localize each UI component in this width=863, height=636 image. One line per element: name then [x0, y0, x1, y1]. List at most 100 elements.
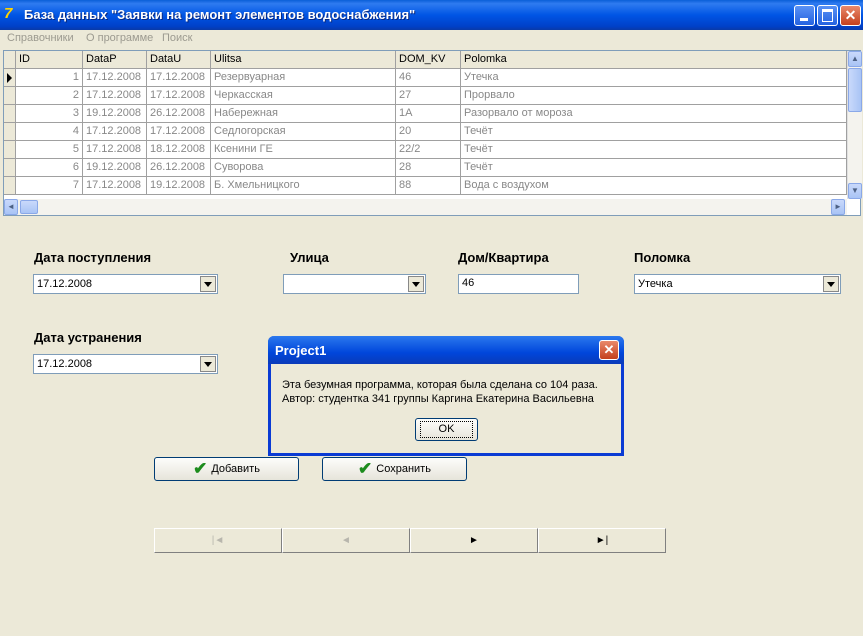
table-cell[interactable]: 17.12.2008 — [147, 69, 211, 87]
table-cell[interactable]: 5 — [16, 141, 83, 159]
table-cell[interactable]: 7 — [16, 177, 83, 195]
table-cell[interactable]: Вода с воздухом — [461, 177, 847, 195]
data-grid[interactable]: ID DataP DataU Ulitsa DOM_KV Polomka 1 17… — [3, 50, 862, 216]
table-cell[interactable]: Прорвало — [461, 87, 847, 105]
row-indicator[interactable] — [4, 141, 16, 159]
maximize-button[interactable] — [817, 5, 838, 26]
table-cell[interactable]: 26.12.2008 — [147, 159, 211, 177]
table-cell[interactable]: 46 — [396, 69, 461, 87]
header-indicator — [4, 51, 16, 69]
row-indicator[interactable] — [4, 177, 16, 195]
scroll-left-icon[interactable]: ◄ — [4, 199, 18, 215]
table-cell[interactable]: 19.12.2008 — [147, 177, 211, 195]
date-fixed-value: 17.12.2008 — [37, 358, 93, 370]
about-dialog: Project1 ✕ Эта безумная программа, котор… — [268, 336, 624, 456]
close-button[interactable]: ✕ — [840, 5, 861, 26]
scroll-down-icon[interactable]: ▼ — [848, 183, 862, 199]
table-cell[interactable]: 17.12.2008 — [83, 141, 147, 159]
street-select[interactable] — [283, 274, 426, 294]
table-cell[interactable]: 1А — [396, 105, 461, 123]
table-cell[interactable]: 3 — [16, 105, 83, 123]
menu-directories[interactable]: Справочники — [7, 32, 74, 44]
column-header-dom-kv[interactable]: DOM_KV — [396, 51, 461, 69]
table-cell[interactable]: 4 — [16, 123, 83, 141]
horizontal-scrollbar[interactable]: ◄ ► — [4, 199, 847, 215]
table-cell[interactable]: Разорвало от мороза — [461, 105, 847, 123]
street-label: Улица — [290, 250, 329, 265]
row-indicator[interactable] — [4, 159, 16, 177]
table-cell[interactable]: 26.12.2008 — [147, 105, 211, 123]
vertical-scroll-thumb[interactable] — [848, 68, 862, 112]
scroll-right-icon[interactable]: ► — [831, 199, 845, 215]
horizontal-scroll-thumb[interactable] — [20, 200, 38, 214]
table-cell[interactable]: 17.12.2008 — [83, 69, 147, 87]
table-cell[interactable]: 2 — [16, 87, 83, 105]
save-button[interactable]: ✔ Сохранить — [322, 457, 467, 481]
table-cell[interactable]: 17.12.2008 — [147, 87, 211, 105]
fault-select[interactable]: Утечка — [634, 274, 841, 294]
column-header-polomka[interactable]: Polomka — [461, 51, 847, 69]
table-cell[interactable]: 19.12.2008 — [83, 105, 147, 123]
chevron-down-icon[interactable] — [408, 276, 424, 292]
row-indicator[interactable] — [4, 87, 16, 105]
date-received-value: 17.12.2008 — [37, 278, 93, 290]
date-fixed-label: Дата устранения — [34, 330, 142, 345]
nav-prev-button[interactable]: ◄ — [282, 528, 410, 553]
table-cell[interactable]: Суворова — [211, 159, 396, 177]
table-cell[interactable]: 27 — [396, 87, 461, 105]
table-cell[interactable]: Течёт — [461, 159, 847, 177]
column-header-datap[interactable]: DataP — [83, 51, 147, 69]
add-button[interactable]: ✔ Добавить — [154, 457, 299, 481]
house-apartment-field[interactable]: 46 — [458, 274, 579, 294]
table-cell[interactable]: 1 — [16, 69, 83, 87]
vertical-scrollbar[interactable]: ▲ ▼ — [847, 51, 862, 199]
menu-about[interactable]: О программе — [86, 32, 153, 44]
date-received-picker[interactable]: 17.12.2008 — [33, 274, 218, 294]
first-record-icon: |◄ — [211, 535, 225, 546]
nav-next-button[interactable]: ► — [410, 528, 538, 553]
nav-first-button[interactable]: |◄ — [154, 528, 282, 553]
chevron-down-icon[interactable] — [823, 276, 839, 292]
column-header-ulitsa[interactable]: Ulitsa — [211, 51, 396, 69]
table-cell[interactable]: Резервуарная — [211, 69, 396, 87]
table-cell[interactable]: 18.12.2008 — [147, 141, 211, 159]
date-fixed-picker[interactable]: 17.12.2008 — [33, 354, 218, 374]
table-cell[interactable]: 22/2 — [396, 141, 461, 159]
scroll-up-icon[interactable]: ▲ — [848, 51, 862, 67]
minimize-button[interactable] — [794, 5, 815, 26]
row-indicator[interactable] — [4, 123, 16, 141]
dialog-title-bar: Project1 ✕ — [268, 336, 624, 364]
chevron-down-icon[interactable] — [200, 276, 216, 292]
table-cell[interactable]: Б. Хмельницкого — [211, 177, 396, 195]
close-icon: ✕ — [603, 342, 615, 357]
current-row-indicator[interactable] — [4, 69, 16, 87]
column-header-id[interactable]: ID — [16, 51, 83, 69]
nav-last-button[interactable]: ►| — [538, 528, 666, 553]
chevron-down-icon[interactable] — [200, 356, 216, 372]
dialog-title: Project1 — [275, 343, 327, 358]
table-cell[interactable]: Ксенини ГЕ — [211, 141, 396, 159]
table-cell[interactable]: 17.12.2008 — [147, 123, 211, 141]
table-cell[interactable]: 88 — [396, 177, 461, 195]
table-cell[interactable]: Утечка — [461, 69, 847, 87]
table-cell[interactable]: 17.12.2008 — [83, 123, 147, 141]
table-cell[interactable]: 17.12.2008 — [83, 177, 147, 195]
table-cell[interactable]: 19.12.2008 — [83, 159, 147, 177]
table-cell[interactable]: Седлогорская — [211, 123, 396, 141]
table-cell[interactable]: 20 — [396, 123, 461, 141]
column-header-datau[interactable]: DataU — [147, 51, 211, 69]
table-cell[interactable]: 17.12.2008 — [83, 87, 147, 105]
table-cell[interactable]: Набережная — [211, 105, 396, 123]
dialog-ok-button[interactable]: OK — [415, 418, 478, 441]
table-cell[interactable]: 6 — [16, 159, 83, 177]
table-cell[interactable]: Течёт — [461, 123, 847, 141]
checkmark-icon: ✔ — [193, 459, 208, 479]
table-cell[interactable]: 28 — [396, 159, 461, 177]
row-indicator[interactable] — [4, 105, 16, 123]
table-cell[interactable]: Черкасская — [211, 87, 396, 105]
table-cell[interactable]: Течёт — [461, 141, 847, 159]
menu-search[interactable]: Поиск — [162, 32, 192, 44]
dialog-ok-label: OK — [419, 421, 474, 438]
dialog-close-button[interactable]: ✕ — [599, 340, 619, 360]
save-button-label: Сохранить — [376, 463, 431, 475]
